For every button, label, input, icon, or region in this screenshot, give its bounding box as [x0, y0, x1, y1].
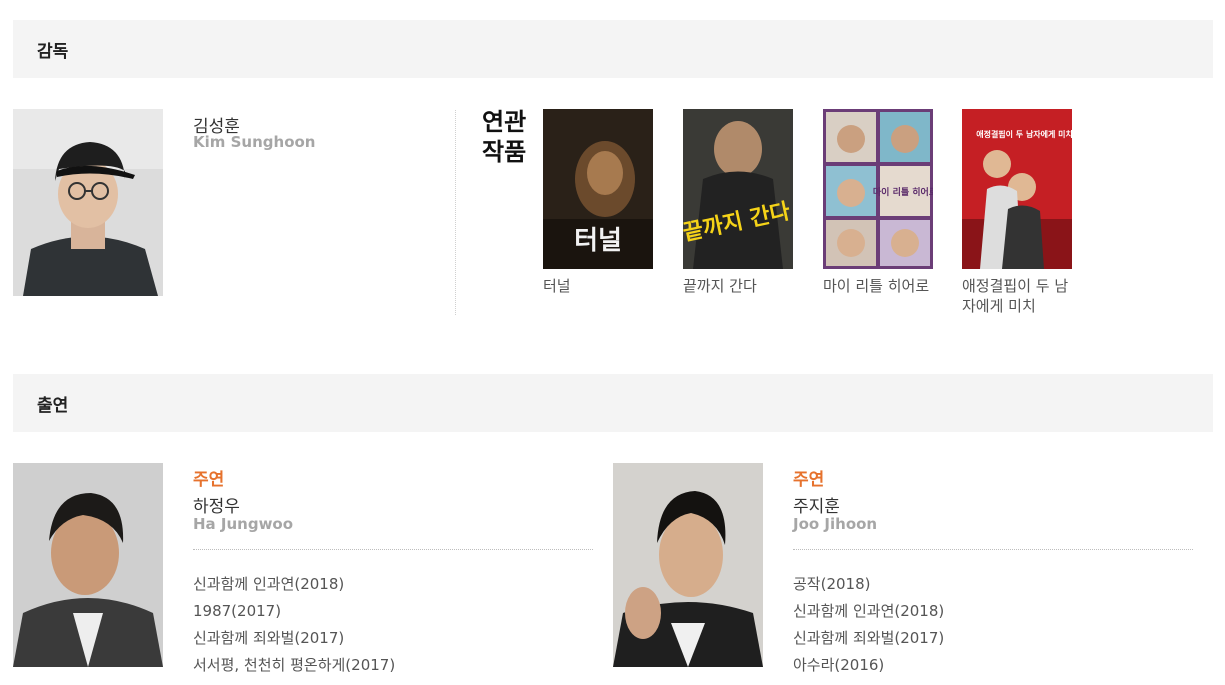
- filmography-item[interactable]: 신과함께 죄와벌(2017): [793, 625, 944, 652]
- film-poster[interactable]: 끝까지 간다: [683, 109, 793, 269]
- related-film-item[interactable]: 끝까지 간다 끝까지 간다: [683, 109, 793, 296]
- cast-photo-joo-jihoon[interactable]: [613, 463, 763, 667]
- director-photo[interactable]: [13, 109, 163, 296]
- filmography-item[interactable]: 서서평, 천천히 평온하게(2017): [193, 652, 395, 679]
- cast-section-header: 출연: [13, 374, 1213, 432]
- film-title[interactable]: 애정결핍이 두 남자에게 미치: [962, 276, 1072, 316]
- filmography-item[interactable]: 신과함께 인과연(2018): [193, 571, 395, 598]
- poster-love-deficiency-image: 애정결핍이 두 남자에게 미치는 영향: [962, 109, 1072, 269]
- film-title[interactable]: 마이 리틀 히어로: [823, 276, 933, 296]
- cast-name-eng: Joo Jihoon: [793, 515, 878, 533]
- filmography-item[interactable]: 신과함께 죄와벌(2017): [193, 625, 395, 652]
- filmography-item[interactable]: 공작(2018): [793, 571, 944, 598]
- cast-section-title: 출연: [37, 395, 69, 416]
- cast-divider: [793, 549, 1193, 550]
- cast-filmography-list: 공작(2018) 신과함께 인과연(2018) 신과함께 죄와벌(2017) 아…: [793, 571, 944, 679]
- cast-role-label: 주연: [193, 470, 225, 490]
- film-title[interactable]: 터널: [543, 276, 653, 296]
- director-photo-image: [13, 109, 163, 296]
- cast-name-kor[interactable]: 주지훈: [793, 492, 840, 517]
- cast-photo-ha-jungwoo[interactable]: [13, 463, 163, 667]
- cast-role-label: 주연: [793, 470, 825, 490]
- poster-hard-day-image: 끝까지 간다: [683, 109, 793, 269]
- poster-title-love-deficiency: 애정결핍이 두 남자에게 미치는 영향: [976, 129, 1072, 139]
- filmography-item[interactable]: 신과함께 인과연(2018): [793, 598, 944, 625]
- related-film-item[interactable]: 애정결핍이 두 남자에게 미치는 영향 애정결핍이 두 남자에게 미치: [962, 109, 1072, 316]
- related-works-label: 연관 작품: [482, 107, 526, 167]
- cast-divider: [193, 549, 593, 550]
- poster-title-tunnel: 터널: [574, 226, 622, 256]
- film-poster[interactable]: 마이 리틀 히어로: [823, 109, 933, 269]
- related-film-item[interactable]: 터널 터널: [543, 109, 653, 296]
- related-film-item[interactable]: 마이 리틀 히어로 마이 리틀 히어로: [823, 109, 933, 296]
- poster-my-little-hero-image: 마이 리틀 히어로: [823, 109, 933, 269]
- section-divider: [455, 110, 456, 315]
- director-section-header: 감독: [13, 20, 1213, 78]
- filmography-item[interactable]: 아수라(2016): [793, 652, 944, 679]
- cast-name-kor[interactable]: 하정우: [193, 492, 240, 517]
- film-poster[interactable]: 터널: [543, 109, 653, 269]
- director-section-title: 감독: [37, 41, 69, 62]
- related-label-line1: 연관: [482, 108, 527, 136]
- poster-tunnel-image: 터널: [543, 109, 653, 269]
- cast-photo-image: [613, 463, 763, 667]
- cast-photo-image: [13, 463, 163, 667]
- poster-title-my-little-hero: 마이 리틀 히어로: [873, 186, 933, 198]
- film-title[interactable]: 끝까지 간다: [683, 276, 793, 296]
- related-label-line2: 작품: [482, 138, 527, 166]
- cast-filmography-list: 신과함께 인과연(2018) 1987(2017) 신과함께 죄와벌(2017)…: [193, 571, 395, 679]
- film-poster[interactable]: 애정결핍이 두 남자에게 미치는 영향: [962, 109, 1072, 269]
- director-name-eng: Kim Sunghoon: [193, 133, 316, 151]
- filmography-item[interactable]: 1987(2017): [193, 598, 395, 625]
- cast-name-eng: Ha Jungwoo: [193, 515, 294, 533]
